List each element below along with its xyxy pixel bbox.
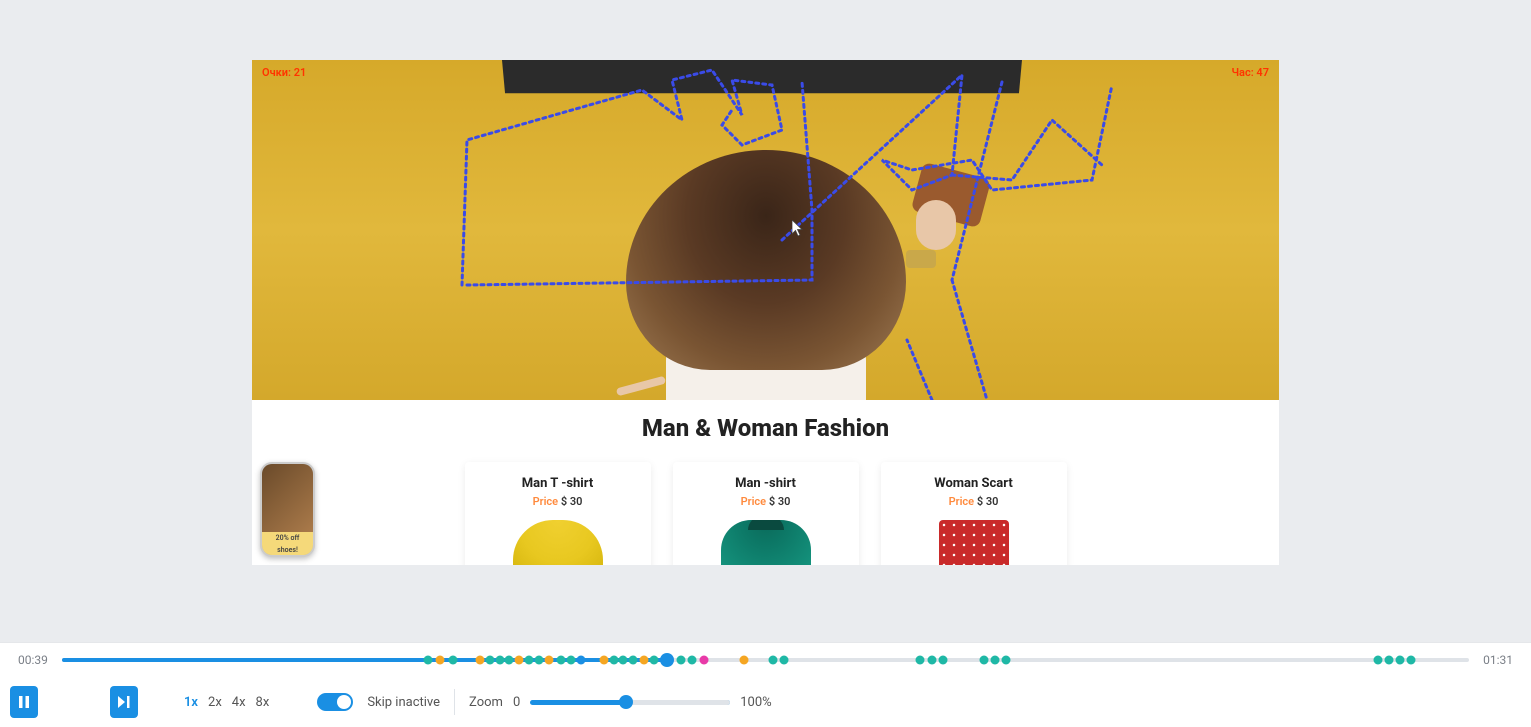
zoom-group: Zoom 0 100% — [469, 694, 772, 710]
timeline-event-dot[interactable] — [677, 656, 686, 665]
product-price: Price $ 30 — [681, 495, 851, 508]
overlay-score: Очки: 21 — [262, 66, 306, 79]
timeline-event-dot[interactable] — [740, 656, 749, 665]
total-time: 01:31 — [1483, 653, 1513, 667]
timeline-event-dot[interactable] — [1407, 656, 1416, 665]
product-image — [889, 520, 1059, 565]
timeline-event-dot[interactable] — [699, 656, 708, 665]
timeline-event-dot[interactable] — [599, 656, 608, 665]
product-card[interactable]: Man T -shirt Price $ 30 — [465, 462, 651, 565]
timeline-event-dot[interactable] — [768, 656, 777, 665]
product-card[interactable]: Woman Scart Price $ 30 — [881, 462, 1067, 565]
timeline-event-dot[interactable] — [1373, 656, 1382, 665]
session-viewport: Очки: 21 Час: 47 Man & Woman Fashion — [252, 60, 1279, 565]
content-section: Man & Woman Fashion Man T -shirt Price $… — [252, 400, 1279, 565]
timeline-event-dot[interactable] — [436, 656, 445, 665]
timeline-event-dot[interactable] — [1384, 656, 1393, 665]
timeline-event-dot[interactable] — [779, 656, 788, 665]
site-nav-bar — [502, 60, 1022, 93]
skip-forward-icon — [118, 696, 130, 708]
speed-option-2x[interactable]: 2x — [208, 695, 222, 710]
timeline-event-dot[interactable] — [916, 656, 925, 665]
zoom-label: Zoom — [469, 695, 503, 710]
timeline-event-dot[interactable] — [1002, 656, 1011, 665]
timeline-row: 00:39 01:31 — [0, 643, 1531, 677]
timeline-event-dot[interactable] — [577, 656, 586, 665]
timeline-event-dot[interactable] — [423, 656, 432, 665]
timeline-event-dot[interactable] — [640, 656, 649, 665]
timeline-event-dot[interactable] — [544, 656, 553, 665]
speed-option-8x[interactable]: 8x — [256, 695, 270, 710]
timeline-event-dot[interactable] — [475, 656, 484, 665]
product-title: Man -shirt — [681, 476, 851, 491]
overlay-time: Час: 47 — [1231, 66, 1269, 79]
timeline-event-dot[interactable] — [449, 656, 458, 665]
zoom-max: 100% — [740, 695, 771, 710]
mobile-preview-image — [262, 464, 313, 532]
pause-button[interactable] — [10, 686, 38, 718]
product-title: Man T -shirt — [473, 476, 643, 491]
timeline-event-dot[interactable] — [650, 656, 659, 665]
timeline-event-dot[interactable] — [979, 656, 988, 665]
timeline-event-dot[interactable] — [938, 656, 947, 665]
timeline-event-dot[interactable] — [525, 656, 534, 665]
product-title: Woman Scart — [889, 476, 1059, 491]
hero-person-image — [516, 140, 1016, 400]
timeline-event-dot[interactable] — [688, 656, 697, 665]
skip-forward-button[interactable] — [110, 686, 138, 718]
timeline-event-dot[interactable] — [505, 656, 514, 665]
current-time: 00:39 — [18, 653, 48, 667]
speed-option-4x[interactable]: 4x — [232, 695, 246, 710]
timeline-event-dot[interactable] — [1396, 656, 1405, 665]
controls-row: 1x 2x 4x 8x Skip inactive Zoom 0 100% — [0, 677, 1531, 727]
timeline-event-dot[interactable] — [485, 656, 494, 665]
skip-inactive-label: Skip inactive — [367, 695, 440, 710]
timeline-event-dot[interactable] — [515, 656, 524, 665]
product-price: Price $ 30 — [889, 495, 1059, 508]
product-image — [681, 520, 851, 565]
player-bar: 00:39 01:31 1x 2x 4x 8x Skip inactive Zoom … — [0, 642, 1531, 727]
pause-icon — [19, 696, 29, 708]
product-card[interactable]: Man -shirt Price $ 30 — [673, 462, 859, 565]
timeline-event-dot[interactable] — [619, 656, 628, 665]
timeline-event-dot[interactable] — [567, 656, 576, 665]
timeline-event-dot[interactable] — [534, 656, 543, 665]
mobile-preview-badge-sub: shoes! — [262, 544, 313, 556]
zoom-min: 0 — [513, 695, 520, 710]
timeline-event-dot[interactable] — [927, 656, 936, 665]
timeline-event-dot[interactable] — [629, 656, 638, 665]
zoom-slider[interactable] — [530, 694, 730, 710]
product-row: Man T -shirt Price $ 30 Man -shirt Price… — [252, 462, 1279, 565]
section-title: Man & Woman Fashion — [252, 414, 1279, 442]
product-image — [473, 520, 643, 565]
timeline-event-dot[interactable] — [495, 656, 504, 665]
hero-section: Очки: 21 Час: 47 — [252, 60, 1279, 400]
speed-group: 1x 2x 4x 8x — [184, 695, 269, 710]
cursor-icon — [792, 220, 804, 236]
timeline-event-dot[interactable] — [990, 656, 999, 665]
skip-inactive-toggle[interactable] — [317, 693, 353, 711]
mobile-preview-badge: 20% off — [262, 532, 313, 544]
timeline-event-dot[interactable] — [609, 656, 618, 665]
product-price: Price $ 30 — [473, 495, 643, 508]
timeline-track[interactable] — [62, 652, 1469, 668]
timeline-event-dot[interactable] — [557, 656, 566, 665]
mobile-preview-thumbnail[interactable]: 20% off shoes! — [260, 462, 315, 557]
speed-option-1x[interactable]: 1x — [184, 695, 198, 710]
divider — [454, 689, 455, 715]
